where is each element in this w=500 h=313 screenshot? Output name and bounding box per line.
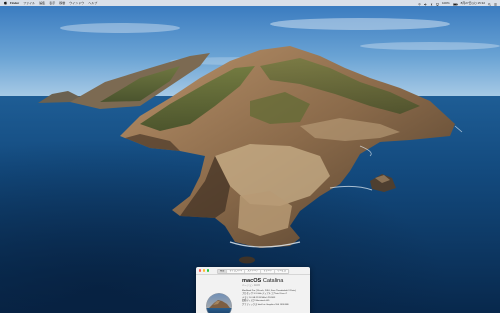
os-name-light: Catalina [261, 278, 284, 284]
about-tabs: 概要 ディスプレイ ストレージ サポート サービス [217, 268, 289, 274]
volume-icon[interactable] [424, 2, 427, 6]
status-area: 100% 8月27日(火) 15:32 [418, 0, 497, 6]
about-info: macOS Catalina バージョン 10.15 MacBook Pro (… [242, 278, 296, 313]
battery-percentage[interactable]: 100% [442, 0, 450, 6]
menu-help[interactable]: ヘルプ [88, 0, 97, 6]
about-body: macOS Catalina バージョン 10.15 MacBook Pro (… [196, 275, 310, 313]
close-button[interactable] [199, 269, 202, 272]
about-this-mac-window: 概要 ディスプレイ ストレージ サポート サービス macOS Catalina… [196, 267, 310, 313]
bluetooth-icon[interactable] [430, 2, 433, 6]
menu-edit[interactable]: 編集 [39, 0, 45, 6]
search-icon[interactable] [488, 2, 491, 6]
menu-go[interactable]: 移動 [59, 0, 65, 6]
window-controls [199, 269, 210, 272]
minimize-button[interactable] [202, 269, 206, 272]
airplay-icon[interactable] [436, 2, 439, 6]
tab-service[interactable]: サービス [275, 269, 288, 273]
tab-storage[interactable]: ストレージ [245, 269, 262, 273]
os-name-bold: macOS [242, 278, 262, 284]
apple-menu-icon[interactable] [3, 1, 7, 5]
tab-support[interactable]: サポート [261, 269, 276, 273]
macos-catalina-icon [206, 293, 232, 313]
desktop: Finder ファイル 編集 表示 移動 ウインドウ ヘルプ 100% 8月27… [0, 0, 500, 313]
clock[interactable]: 8月27日(火) 15:32 [461, 0, 485, 6]
menu-view[interactable]: 表示 [49, 0, 55, 6]
menu-file[interactable]: ファイル [23, 0, 35, 6]
menu-window[interactable]: ウインドウ [69, 0, 84, 6]
control-center-icon[interactable] [494, 2, 497, 6]
os-version: バージョン 10.15 [242, 284, 260, 287]
tab-overview[interactable]: 概要 [218, 269, 228, 273]
spec-graphics: グラフィックス Intel Iris Graphics 550 1536 MB [242, 303, 289, 306]
window-titlebar[interactable]: 概要 ディスプレイ ストレージ サポート サービス [196, 267, 310, 275]
menu-bar: Finder ファイル 編集 表示 移動 ウインドウ ヘルプ 100% 8月27… [0, 0, 500, 6]
zoom-button[interactable] [206, 269, 210, 272]
menu-app-name[interactable]: Finder [10, 0, 19, 6]
tab-displays[interactable]: ディスプレイ [227, 269, 246, 273]
battery-icon[interactable] [452, 2, 458, 6]
wifi-icon[interactable] [418, 2, 421, 6]
